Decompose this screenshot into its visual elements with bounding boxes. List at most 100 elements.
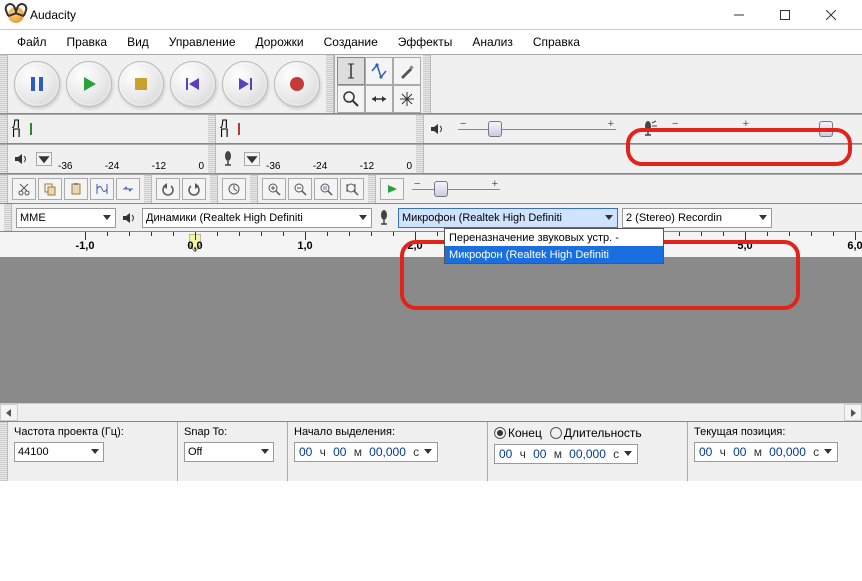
project-rate-combo[interactable]: 44100 bbox=[14, 442, 104, 462]
undo-button[interactable] bbox=[156, 178, 180, 200]
audio-host-combo[interactable]: MME bbox=[16, 208, 116, 228]
meter-toolbar: ЛП ЛП −+ −+ bbox=[0, 114, 862, 144]
skip-end-button[interactable] bbox=[222, 61, 268, 107]
skip-start-button[interactable] bbox=[170, 61, 216, 107]
meter-scale-row: -36 -24 -12 0 -36 -24 -12 0 bbox=[0, 144, 862, 174]
ruler-label: 6,0 bbox=[847, 240, 862, 252]
selection-end-field[interactable]: 00 ч 00 м 00,000 с bbox=[494, 444, 638, 464]
scale-tick: -36 bbox=[58, 161, 72, 171]
record-lr-label: ЛП bbox=[220, 120, 229, 138]
menu-view[interactable]: Вид bbox=[118, 33, 158, 51]
cut-button[interactable] bbox=[12, 178, 36, 200]
toolbar-grip[interactable] bbox=[0, 175, 8, 203]
zoom-tool[interactable] bbox=[337, 85, 365, 113]
selection-tool[interactable] bbox=[337, 57, 365, 85]
toolbar-grip[interactable] bbox=[250, 175, 258, 203]
input-device-option[interactable]: Переназначение звуковых устр. - bbox=[445, 229, 663, 246]
ruler-label: 0,0 bbox=[187, 240, 202, 252]
output-device-value: Динамики (Realtek High Definiti bbox=[146, 212, 303, 224]
timeshift-tool[interactable] bbox=[365, 85, 393, 113]
input-device-option[interactable]: Микрофон (Realtek High Definiti bbox=[445, 246, 663, 263]
toolbar-grip[interactable] bbox=[416, 145, 424, 173]
stop-button[interactable] bbox=[118, 61, 164, 107]
play-button[interactable] bbox=[66, 61, 112, 107]
sync-lock-button[interactable] bbox=[222, 178, 246, 200]
menu-transport[interactable]: Управление bbox=[160, 33, 245, 51]
track-area[interactable] bbox=[0, 258, 862, 403]
toolbar-grip[interactable] bbox=[208, 145, 216, 173]
speaker-icon bbox=[12, 152, 30, 166]
menu-generate[interactable]: Создание bbox=[315, 33, 387, 51]
trim-button[interactable] bbox=[90, 178, 114, 200]
menu-effects[interactable]: Эффекты bbox=[389, 33, 462, 51]
maximize-button[interactable] bbox=[762, 0, 808, 30]
toolbar-grip[interactable] bbox=[210, 175, 218, 203]
menu-edit[interactable]: Правка bbox=[58, 33, 117, 51]
toolbar-grip[interactable] bbox=[423, 55, 431, 113]
draw-tool[interactable] bbox=[393, 57, 421, 85]
toolbar-grip[interactable] bbox=[0, 55, 8, 113]
copy-button[interactable] bbox=[38, 178, 62, 200]
menu-analyze[interactable]: Анализ bbox=[463, 33, 522, 51]
record-meter[interactable] bbox=[235, 117, 412, 141]
toolbar-grip[interactable] bbox=[0, 145, 8, 173]
ruler-label: -1,0 bbox=[76, 240, 95, 252]
selection-start-field[interactable]: 00 ч 00 м 00,000 с bbox=[294, 442, 438, 462]
menu-help[interactable]: Справка bbox=[524, 33, 589, 51]
redo-button[interactable] bbox=[182, 178, 206, 200]
toolbar-grip[interactable] bbox=[0, 115, 8, 143]
toolbar-grip[interactable] bbox=[0, 422, 8, 481]
menu-tracks[interactable]: Дорожки bbox=[247, 33, 313, 51]
toolbar-grip[interactable] bbox=[144, 175, 152, 203]
multi-tool[interactable] bbox=[393, 85, 421, 113]
pause-button[interactable] bbox=[14, 61, 60, 107]
fit-selection-button[interactable] bbox=[314, 178, 338, 200]
snap-to-combo[interactable]: Off bbox=[184, 442, 274, 462]
input-device-value: Микрофон (Realtek High Definiti bbox=[402, 212, 562, 224]
playback-meter[interactable] bbox=[27, 117, 204, 141]
recording-volume-slider[interactable]: −+ bbox=[664, 126, 834, 132]
record-meter-menu[interactable] bbox=[244, 152, 260, 166]
toolbar-grip[interactable] bbox=[4, 204, 12, 231]
zoom-in-button[interactable] bbox=[262, 178, 286, 200]
envelope-tool[interactable] bbox=[365, 57, 393, 85]
zoom-out-button[interactable] bbox=[288, 178, 312, 200]
minimize-button[interactable] bbox=[716, 0, 762, 30]
selection-length-radio[interactable]: Длительность bbox=[550, 426, 642, 440]
titlebar: Audacity bbox=[0, 0, 862, 30]
scale-tick: 0 bbox=[198, 161, 204, 171]
menu-file[interactable]: Файл bbox=[8, 33, 56, 51]
audio-host-value: MME bbox=[20, 212, 46, 224]
toolbar-grip[interactable] bbox=[416, 115, 424, 143]
playback-meter-menu[interactable] bbox=[36, 152, 52, 166]
toolbar-grip[interactable] bbox=[208, 115, 216, 143]
timeline-ruler[interactable]: -1,00,01,02,03,04,05,06,0 bbox=[0, 232, 862, 258]
playback-volume-slider[interactable]: −+ bbox=[452, 126, 622, 132]
microphone-icon bbox=[220, 150, 238, 168]
channels-combo[interactable]: 2 (Stereo) Recordin bbox=[622, 208, 772, 228]
ruler-label: 1,0 bbox=[297, 240, 312, 252]
input-device-combo[interactable]: Микрофон (Realtek High Definiti bbox=[398, 208, 618, 228]
chevron-down-icon bbox=[260, 445, 270, 459]
edit-toolbar: −+ bbox=[0, 174, 862, 204]
toolbar-grip[interactable] bbox=[368, 175, 376, 203]
paste-button[interactable] bbox=[64, 178, 88, 200]
play-at-speed-button[interactable] bbox=[380, 178, 404, 200]
silence-button[interactable] bbox=[116, 178, 140, 200]
playback-speed-slider[interactable]: −+ bbox=[406, 186, 506, 192]
toolbar-grip[interactable] bbox=[326, 55, 334, 113]
snap-to-label: Snap To: bbox=[184, 426, 281, 438]
record-button[interactable] bbox=[274, 61, 320, 107]
close-button[interactable] bbox=[808, 0, 854, 30]
chevron-down-icon bbox=[823, 445, 833, 459]
selection-end-radio[interactable]: Конец bbox=[494, 426, 542, 440]
playback-lr-label: ЛП bbox=[12, 120, 21, 138]
fit-project-button[interactable] bbox=[340, 178, 364, 200]
horizontal-scrollbar[interactable] bbox=[0, 403, 862, 421]
audio-position-label: Текущая позиция: bbox=[694, 426, 856, 438]
device-toolbar: MME Динамики (Realtek High Definiti Микр… bbox=[0, 204, 862, 232]
scroll-left-button[interactable] bbox=[0, 404, 18, 421]
audio-position-field[interactable]: 00 ч 00 м 00,000 с bbox=[694, 442, 838, 462]
scroll-right-button[interactable] bbox=[844, 404, 862, 421]
output-device-combo[interactable]: Динамики (Realtek High Definiti bbox=[142, 208, 372, 228]
